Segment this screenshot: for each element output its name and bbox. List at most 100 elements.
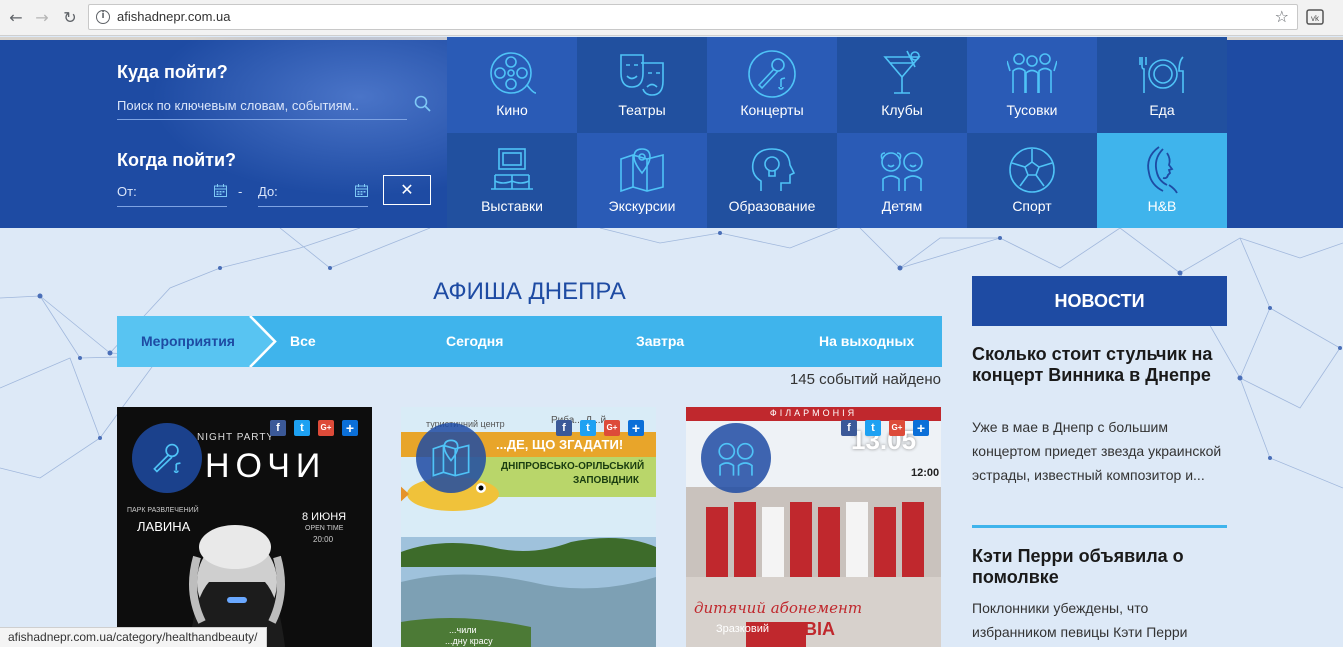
poster-text: 20:00 xyxy=(313,535,334,544)
browser-toolbar: ← → ↻ i afishadnepr.com.ua ☆ vk xyxy=(0,0,1343,36)
poster-text: ...ДЕ, ЩО ЗГАДАТИ! xyxy=(496,437,624,452)
twitter-share-icon[interactable]: t xyxy=(580,420,596,436)
poster-text: ФІЛАРМОНІЯ xyxy=(769,408,858,418)
category-label: Клубы xyxy=(881,102,923,118)
category-label: H&B xyxy=(1147,198,1177,214)
poster-text: Зразковий xyxy=(716,623,769,635)
date-from-label: От: xyxy=(117,184,137,199)
add-share-icon[interactable]: + xyxy=(628,420,644,436)
news-header: НОВОСТИ xyxy=(972,276,1227,326)
poster-text: дитячий абонемент xyxy=(694,599,863,617)
event-card[interactable]: NIGHT PARTY НОЧИ ПАРК РАЗВЛЕЧЕНИЙ ЛАВИНА… xyxy=(117,407,372,647)
extension-icon[interactable]: vk xyxy=(1305,7,1325,27)
woman-profile-icon xyxy=(1147,146,1178,194)
back-arrow-icon[interactable]: ← xyxy=(6,8,26,28)
map-pin-icon xyxy=(620,148,664,193)
tab-chevron-separator xyxy=(247,316,277,367)
soccer-ball-icon xyxy=(1009,147,1055,193)
poster-text: 8 ИЮНЯ xyxy=(302,511,347,523)
category-badge[interactable] xyxy=(132,423,202,493)
category-health-beauty[interactable]: H&B xyxy=(1097,133,1227,228)
category-label: Экскурсии xyxy=(608,198,676,214)
poster-text: ЛАВИНА xyxy=(137,519,191,534)
category-exhibitions[interactable]: Выставки xyxy=(447,133,577,228)
twitter-share-icon[interactable]: t xyxy=(865,420,881,436)
category-badge[interactable] xyxy=(701,423,771,493)
category-parties[interactable]: Тусовки xyxy=(967,37,1097,133)
poster-text: ЗАПОВІДНИК xyxy=(573,475,639,486)
calendar-icon[interactable] xyxy=(355,184,368,197)
category-clubs[interactable]: Клубы xyxy=(837,37,967,133)
google-plus-share-icon[interactable]: G+ xyxy=(889,420,905,436)
tab-events[interactable]: Мероприятия xyxy=(141,316,235,367)
category-label: Детям xyxy=(881,198,923,214)
category-food[interactable]: Еда xyxy=(1097,37,1227,133)
party-people-icon xyxy=(1007,53,1057,93)
clear-dates-button[interactable]: ✕ xyxy=(383,175,431,205)
poster-text: 12:00 xyxy=(911,467,940,479)
forward-arrow-icon[interactable]: → xyxy=(32,8,52,28)
category-excursions[interactable]: Экскурсии xyxy=(577,133,707,228)
poster-text: ПАРК РАЗВЛЕЧЕНИЙ xyxy=(127,507,199,514)
reload-icon[interactable]: ↻ xyxy=(60,8,80,28)
twitter-share-icon[interactable]: t xyxy=(294,420,310,436)
children-icon xyxy=(718,442,754,476)
address-bar[interactable]: i afishadnepr.com.ua ☆ xyxy=(88,4,1298,30)
news-title[interactable]: Сколько стоит стульчик на концерт Винник… xyxy=(972,344,1227,386)
date-to-field[interactable]: До: xyxy=(258,177,368,207)
news-divider xyxy=(972,525,1227,528)
poster-text: 13.05 xyxy=(851,425,917,455)
news-title[interactable]: Кэти Перри объявила о помолвке xyxy=(972,546,1227,588)
category-sport[interactable]: Спорт xyxy=(967,133,1097,228)
tab-tomorrow[interactable]: Завтра xyxy=(636,316,684,367)
tab-all[interactable]: Все xyxy=(290,316,316,367)
news-excerpt: Поклонники убеждены, что избранником пев… xyxy=(972,600,1188,640)
category-badge[interactable] xyxy=(416,423,486,493)
event-card[interactable]: ФІЛАРМОНІЯ 13.05 12:00 дитячий абонемент… xyxy=(686,407,941,647)
google-plus-share-icon[interactable]: G+ xyxy=(604,420,620,436)
add-share-icon[interactable]: + xyxy=(913,420,929,436)
date-from-field[interactable]: От: xyxy=(117,177,227,207)
poster-title: НОЧИ xyxy=(205,447,327,485)
category-education[interactable]: Образование xyxy=(707,133,837,228)
poster-text: ДНІПРОВСЬКО-ОРІЛЬСЬКИЙ xyxy=(501,461,645,472)
search-icon[interactable] xyxy=(414,95,431,112)
date-separator: - xyxy=(238,184,243,199)
news-excerpt: Уже в мае в Днепр с большим концертом пр… xyxy=(972,419,1222,483)
calendar-icon[interactable] xyxy=(214,184,227,197)
lightbulb-head-icon xyxy=(751,148,796,191)
search-input[interactable] xyxy=(117,92,407,120)
facebook-share-icon[interactable]: f xyxy=(270,420,286,436)
add-share-icon[interactable]: + xyxy=(342,420,358,436)
microphone-icon xyxy=(153,443,181,474)
bookmark-star-icon[interactable]: ☆ xyxy=(1275,7,1289,26)
category-label: Выставки xyxy=(481,198,543,214)
film-reel-icon xyxy=(490,52,537,94)
svg-text:vk: vk xyxy=(1311,14,1320,23)
facebook-share-icon[interactable]: f xyxy=(841,420,857,436)
results-count: 145 событий найдено xyxy=(789,371,941,388)
address-url[interactable]: afishadnepr.com.ua xyxy=(117,9,230,24)
google-plus-share-icon[interactable]: G+ xyxy=(318,420,334,436)
category-kids[interactable]: Детям xyxy=(837,133,967,228)
category-kino[interactable]: Кино xyxy=(447,37,577,133)
poster-text: ...дну красу xyxy=(445,636,493,646)
category-theatres[interactable]: Театры xyxy=(577,37,707,133)
date-to-label: До: xyxy=(258,184,278,199)
category-grid: Кино Театры Концерты Клубы Тусовки Еда В… xyxy=(447,37,1227,228)
poster-text: OPEN TIME xyxy=(305,525,344,532)
when-to-go-title: Когда пойти? xyxy=(117,150,237,170)
microphone-icon xyxy=(748,50,796,98)
category-label: Концерты xyxy=(740,102,804,118)
category-label: Театры xyxy=(618,102,666,118)
theatre-masks-icon xyxy=(620,54,664,96)
event-card[interactable]: туристичний центр Риба... Д...й ...ДЕ, Щ… xyxy=(401,407,656,647)
poster-text: NIGHT PARTY xyxy=(197,432,275,443)
tab-today[interactable]: Сегодня xyxy=(446,316,503,367)
category-label: Образование xyxy=(728,198,816,214)
category-concerts[interactable]: Концерты xyxy=(707,37,837,133)
tab-weekend[interactable]: На выходных xyxy=(819,316,914,367)
facebook-share-icon[interactable]: f xyxy=(556,420,572,436)
category-label: Тусовки xyxy=(1006,102,1058,118)
site-info-icon[interactable]: i xyxy=(96,10,110,24)
